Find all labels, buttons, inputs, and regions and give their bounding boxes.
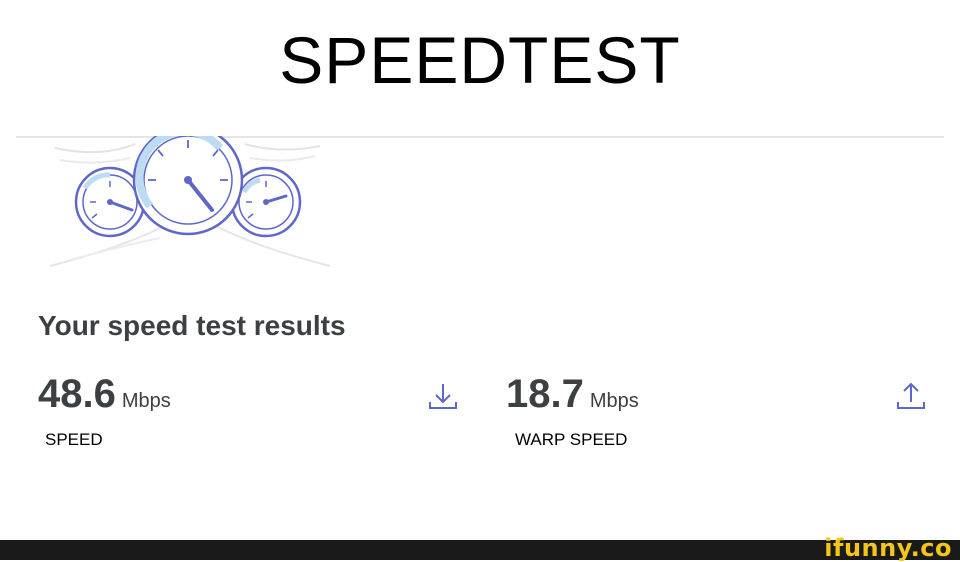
download-icon xyxy=(429,384,457,409)
download-speed-unit: Mbps xyxy=(121,390,171,412)
upload-icon xyxy=(897,382,925,409)
upload-result: 18.7 Mbps WARP SPEED xyxy=(506,372,936,462)
download-speed-label: SPEED xyxy=(45,430,103,449)
speedometer-illustration xyxy=(49,136,331,267)
meme-caption: SPEEDTEST xyxy=(279,23,681,97)
upload-speed-unit: Mbps xyxy=(589,390,639,412)
results-heading: Your speed test results xyxy=(38,310,346,341)
download-speed-value: 48.6 xyxy=(38,372,116,416)
download-result: 48.6 Mbps SPEED xyxy=(38,372,468,462)
upload-speed-label: WARP SPEED xyxy=(515,430,628,449)
watermark-bar xyxy=(0,540,960,560)
upload-speed-value: 18.7 xyxy=(506,372,584,416)
watermark: ifunny.co xyxy=(824,534,952,562)
